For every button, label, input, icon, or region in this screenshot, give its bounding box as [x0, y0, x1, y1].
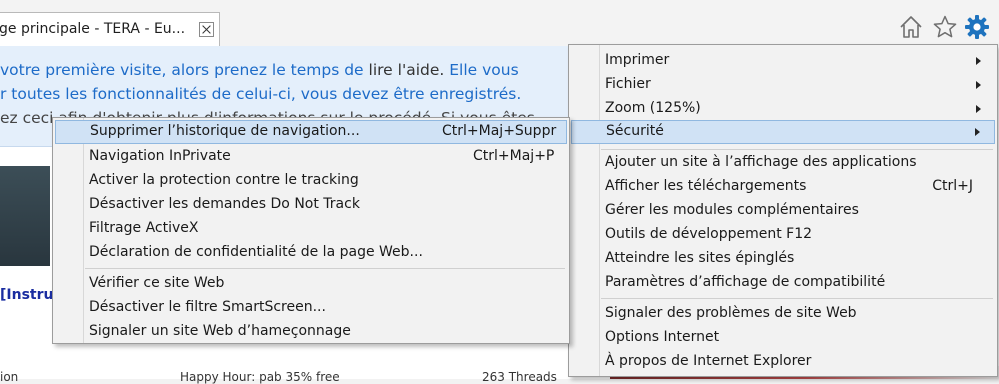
menu-item-label: Signaler des problèmes de site Web — [605, 305, 857, 321]
menu-item-activex-filtering[interactable]: Filtrage ActiveX — [55, 217, 567, 241]
menu-item-label: Signaler un site Web d’hameçonnage — [89, 323, 351, 339]
submenu-arrow-icon — [976, 105, 981, 113]
menu-item-securite[interactable]: Sécurité — [571, 120, 995, 144]
star-icon[interactable] — [932, 14, 958, 40]
notice-text: Elle vous — [444, 61, 519, 79]
tab-title: ge principale - TERA - Eu... — [0, 21, 186, 37]
menu-item-label: Zoom (125%) — [605, 100, 701, 116]
help-link[interactable]: lire l'aide. — [369, 61, 445, 79]
menu-separator — [85, 268, 565, 269]
menu-item-label: Vérifier ce site Web — [89, 275, 225, 291]
notice-text: r toutes les fonctionnalités de celui-ci… — [0, 85, 522, 103]
gear-icon[interactable] — [964, 14, 990, 40]
menu-item-label: Paramètres d’affichage de compatibilité — [605, 274, 886, 290]
row-text: 263 Threads — [482, 370, 557, 384]
menu-item-label: Navigation InPrivate — [89, 148, 231, 164]
tab-strip: ge principale - TERA - Eu... — [0, 0, 999, 46]
menu-item-devtools[interactable]: Outils de développement F12 — [571, 223, 995, 247]
menu-item-imprimer[interactable]: Imprimer — [571, 49, 995, 73]
submenu-arrow-icon — [976, 57, 981, 65]
menu-item-zoom[interactable]: Zoom (125%) — [571, 97, 995, 121]
browser-tab[interactable]: ge principale - TERA - Eu... — [0, 12, 220, 46]
menu-item-label: Fichier — [605, 76, 651, 92]
menu-item-report-problems[interactable]: Signaler des problèmes de site Web — [571, 302, 995, 326]
menu-item-delete-history[interactable]: Supprimer l’historique de navigation... … — [55, 120, 567, 144]
menu-item-label: Déclaration de confidentialité de la pag… — [89, 244, 423, 260]
menu-item-shortcut: Ctrl+J — [932, 178, 973, 194]
menu-item-do-not-track[interactable]: Désactiver les demandes Do Not Track — [55, 193, 567, 217]
row-text[interactable]: Happy Hour: pab 35% free — [180, 370, 340, 384]
menu-item-about-ie[interactable]: À propos de Internet Explorer — [571, 350, 995, 374]
tools-menu: Imprimer Fichier Zoom (125%) Sécurité Aj… — [568, 44, 998, 377]
menu-item-label: Atteindre les sites épinglés — [605, 250, 795, 266]
menu-separator — [601, 298, 993, 299]
security-submenu: Supprimer l’historique de navigation... … — [52, 117, 570, 344]
menu-item-compat-view[interactable]: Paramètres d’affichage de compatibilité — [571, 271, 995, 295]
menu-item-add-site-apps[interactable]: Ajouter un site à l’affichage des applic… — [571, 151, 995, 175]
menu-item-addons[interactable]: Gérer les modules complémentaires — [571, 199, 995, 223]
menu-item-shortcut: Ctrl+Maj+P — [473, 148, 555, 164]
menu-item-check-site[interactable]: Vérifier ce site Web — [55, 272, 567, 296]
menu-item-label: Gérer les modules complémentaires — [605, 202, 859, 218]
submenu-arrow-icon — [975, 128, 980, 136]
menu-item-label: Ajouter un site à l’affichage des applic… — [605, 154, 917, 170]
menu-item-tracking-protection[interactable]: Activer la protection contre le tracking — [55, 169, 567, 193]
menu-item-pinned-sites[interactable]: Atteindre les sites épinglés — [571, 247, 995, 271]
menu-item-inprivate[interactable]: Navigation InPrivate Ctrl+Maj+P — [55, 145, 567, 169]
notice-text: votre première visite, alors prenez le t… — [0, 61, 369, 79]
menu-separator — [601, 149, 993, 150]
menu-item-label: Sécurité — [606, 123, 664, 139]
row-text: ion — [0, 370, 19, 384]
menu-item-label: Désactiver le filtre SmartScreen... — [89, 299, 326, 315]
menu-item-label: Afficher les téléchargements — [605, 178, 807, 194]
banner-image — [0, 166, 50, 266]
menu-item-internet-options[interactable]: Options Internet — [571, 326, 995, 350]
instructions-link[interactable]: [Instru — [0, 287, 53, 303]
menu-item-privacy-policy[interactable]: Déclaration de confidentialité de la pag… — [55, 241, 567, 265]
menu-item-label: Outils de développement F12 — [605, 226, 813, 242]
menu-item-label: Désactiver les demandes Do Not Track — [89, 196, 360, 212]
tab-close-icon[interactable] — [199, 22, 214, 37]
submenu-arrow-icon — [976, 81, 981, 89]
menu-item-report-phishing[interactable]: Signaler un site Web d’hameçonnage — [55, 320, 567, 344]
menu-item-label: Activer la protection contre le tracking — [89, 172, 359, 188]
menu-item-downloads[interactable]: Afficher les téléchargements Ctrl+J — [571, 175, 995, 199]
menu-item-fichier[interactable]: Fichier — [571, 73, 995, 97]
menu-item-smartscreen[interactable]: Désactiver le filtre SmartScreen... — [55, 296, 567, 320]
menu-item-label: À propos de Internet Explorer — [605, 353, 812, 369]
menu-item-label: Options Internet — [605, 329, 720, 345]
menu-item-shortcut: Ctrl+Maj+Suppr — [442, 123, 557, 139]
menu-item-label: Supprimer l’historique de navigation... — [90, 123, 360, 139]
menu-item-label: Imprimer — [605, 52, 670, 68]
home-icon[interactable] — [898, 14, 924, 40]
menu-item-label: Filtrage ActiveX — [89, 220, 199, 236]
